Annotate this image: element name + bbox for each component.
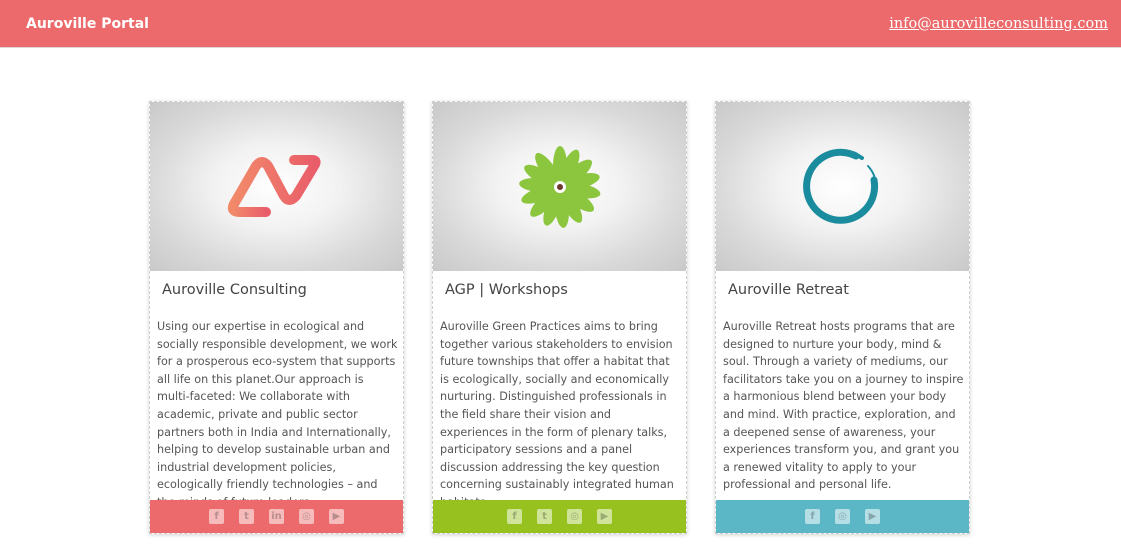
card-title[interactable]: Auroville Consulting (162, 282, 307, 298)
card-auroville-consulting[interactable]: Auroville Consulting Using our expertise… (149, 101, 404, 534)
card-title[interactable]: Auroville Retreat (728, 282, 849, 298)
card-image (433, 102, 686, 271)
card-title[interactable]: AGP | Workshops (445, 282, 568, 298)
enso-circle-logo-icon (802, 148, 878, 224)
card-social-footer: f t in ◎ ▶ (150, 500, 403, 533)
green-flower-logo-icon (518, 145, 600, 228)
card-description: Using our expertise in ecological and so… (157, 320, 398, 509)
email-link[interactable]: info@aurovilleconsulting.com (889, 16, 1108, 32)
consulting-logo-icon (227, 154, 321, 217)
twitter-icon[interactable]: t (537, 509, 552, 524)
facebook-icon[interactable]: f (805, 509, 820, 524)
card-image (716, 102, 969, 271)
facebook-icon[interactable]: f (507, 509, 522, 524)
card-social-footer: f ◎ ▶ (716, 500, 969, 533)
youtube-icon[interactable]: ▶ (329, 509, 344, 524)
linkedin-icon[interactable]: in (269, 509, 284, 524)
brand-title[interactable]: Auroville Portal (26, 16, 149, 32)
card-social-footer: f t ◎ ▶ (433, 500, 686, 533)
top-navbar: Auroville Portal info@aurovilleconsultin… (0, 0, 1121, 48)
card-description: Auroville Green Practices aims to bring … (440, 320, 674, 509)
card-description: Auroville Retreat hosts programs that ar… (723, 320, 964, 492)
instagram-icon[interactable]: ◎ (835, 509, 850, 524)
twitter-icon[interactable]: t (239, 509, 254, 524)
youtube-icon[interactable]: ▶ (865, 509, 880, 524)
instagram-icon[interactable]: ◎ (567, 509, 582, 524)
card-auroville-retreat[interactable]: Auroville Retreat Auroville Retreat host… (715, 101, 970, 534)
card-agp-workshops[interactable]: AGP | Workshops Auroville Green Practice… (432, 101, 687, 534)
facebook-icon[interactable]: f (209, 509, 224, 524)
card-image (150, 102, 403, 271)
instagram-icon[interactable]: ◎ (299, 509, 314, 524)
youtube-icon[interactable]: ▶ (597, 509, 612, 524)
